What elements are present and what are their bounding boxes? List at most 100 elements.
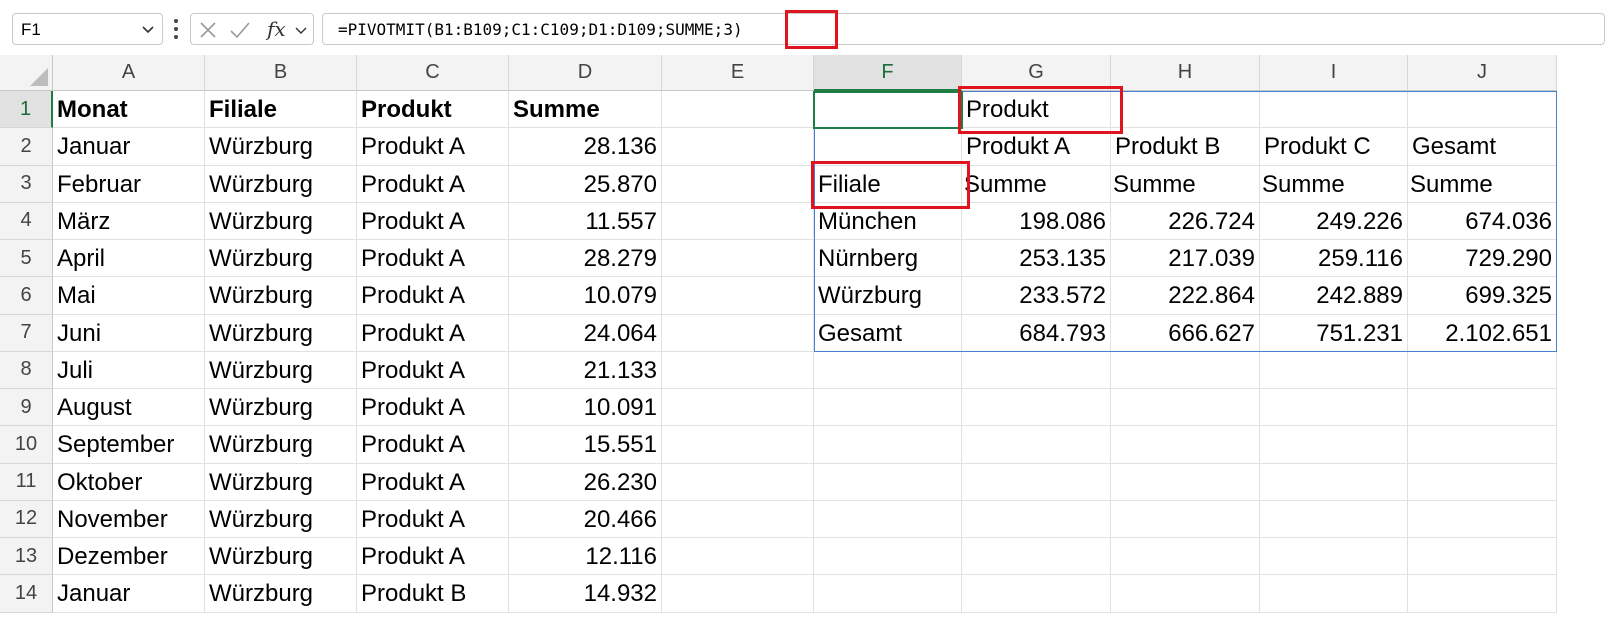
cell-G6[interactable]: 233.572 — [962, 277, 1111, 315]
cell-I9[interactable] — [1260, 389, 1408, 427]
cell-D9[interactable]: 10.091 — [509, 389, 662, 427]
cell-H13[interactable] — [1111, 538, 1260, 576]
cell-B12[interactable]: Würzburg — [205, 500, 357, 538]
cell-H5[interactable]: 217.039 — [1111, 240, 1260, 278]
cell-E11[interactable] — [662, 463, 814, 501]
cell-J2[interactable]: Gesamt — [1408, 128, 1557, 166]
row-header-13[interactable]: 13 — [0, 538, 53, 576]
cell-C4[interactable]: Produkt A — [357, 202, 509, 240]
cell-E10[interactable] — [662, 426, 814, 464]
cell-F14[interactable] — [814, 575, 962, 613]
cell-J3[interactable]: Summe — [1408, 165, 1557, 203]
cell-A7[interactable]: Juni — [53, 314, 205, 352]
cell-H12[interactable] — [1111, 500, 1260, 538]
cell-H14[interactable] — [1111, 575, 1260, 613]
cell-C9[interactable]: Produkt A — [357, 389, 509, 427]
cell-E7[interactable] — [662, 314, 814, 352]
cell-E4[interactable] — [662, 202, 814, 240]
row-header-12[interactable]: 12 — [0, 500, 53, 538]
cell-B3[interactable]: Würzburg — [205, 165, 357, 203]
select-all-corner[interactable] — [0, 55, 53, 91]
cell-D6[interactable]: 10.079 — [509, 277, 662, 315]
cell-G11[interactable] — [962, 463, 1111, 501]
cell-F8[interactable] — [814, 351, 962, 389]
cell-H6[interactable]: 222.864 — [1111, 277, 1260, 315]
cell-A8[interactable]: Juli — [53, 351, 205, 389]
cell-G10[interactable] — [962, 426, 1111, 464]
cell-I11[interactable] — [1260, 463, 1408, 501]
cell-J7[interactable]: 2.102.651 — [1408, 314, 1557, 352]
cell-I4[interactable]: 249.226 — [1260, 202, 1408, 240]
column-header-F[interactable]: F — [814, 55, 962, 91]
cell-A1[interactable]: Monat — [53, 91, 205, 129]
cell-G12[interactable] — [962, 500, 1111, 538]
cell-I10[interactable] — [1260, 426, 1408, 464]
cell-B11[interactable]: Würzburg — [205, 463, 357, 501]
cell-E12[interactable] — [662, 500, 814, 538]
cell-H9[interactable] — [1111, 389, 1260, 427]
cell-J4[interactable]: 674.036 — [1408, 202, 1557, 240]
cell-F5[interactable]: Nürnberg — [814, 240, 962, 278]
cell-B14[interactable]: Würzburg — [205, 575, 357, 613]
row-header-1[interactable]: 1 — [0, 91, 53, 129]
chevron-down-icon[interactable] — [140, 21, 156, 37]
cell-J5[interactable]: 729.290 — [1408, 240, 1557, 278]
cell-I13[interactable] — [1260, 538, 1408, 576]
cell-D1[interactable]: Summe — [509, 91, 662, 129]
cell-D11[interactable]: 26.230 — [509, 463, 662, 501]
cell-I3[interactable]: Summe — [1260, 165, 1408, 203]
cell-A11[interactable]: Oktober — [53, 463, 205, 501]
cell-J11[interactable] — [1408, 463, 1557, 501]
cell-H3[interactable]: Summe — [1111, 165, 1260, 203]
column-header-A[interactable]: A — [53, 55, 205, 91]
cell-I8[interactable] — [1260, 351, 1408, 389]
cell-I6[interactable]: 242.889 — [1260, 277, 1408, 315]
cell-E2[interactable] — [662, 128, 814, 166]
row-header-14[interactable]: 14 — [0, 575, 53, 613]
cell-F13[interactable] — [814, 538, 962, 576]
chevron-down-icon[interactable] — [294, 23, 308, 37]
cell-A9[interactable]: August — [53, 389, 205, 427]
cell-C6[interactable]: Produkt A — [357, 277, 509, 315]
cell-D7[interactable]: 24.064 — [509, 314, 662, 352]
formula-input[interactable]: =PIVOTMIT(B1:B109;C1:C109;D1:D109;SUMME;… — [322, 13, 1605, 45]
cell-C12[interactable]: Produkt A — [357, 500, 509, 538]
cell-C10[interactable]: Produkt A — [357, 426, 509, 464]
cell-H11[interactable] — [1111, 463, 1260, 501]
cell-H1[interactable] — [1111, 91, 1260, 129]
row-header-4[interactable]: 4 — [0, 202, 53, 240]
cell-E9[interactable] — [662, 389, 814, 427]
row-header-9[interactable]: 9 — [0, 389, 53, 427]
cell-A10[interactable]: September — [53, 426, 205, 464]
cell-F7[interactable]: Gesamt — [814, 314, 962, 352]
cell-H8[interactable] — [1111, 351, 1260, 389]
cell-G14[interactable] — [962, 575, 1111, 613]
cell-I14[interactable] — [1260, 575, 1408, 613]
cell-H2[interactable]: Produkt B — [1111, 128, 1260, 166]
column-header-D[interactable]: D — [509, 55, 662, 91]
column-header-G[interactable]: G — [962, 55, 1111, 91]
cell-I1[interactable] — [1260, 91, 1408, 129]
cell-B5[interactable]: Würzburg — [205, 240, 357, 278]
cell-J1[interactable] — [1408, 91, 1557, 129]
cell-E5[interactable] — [662, 240, 814, 278]
cell-D12[interactable]: 20.466 — [509, 500, 662, 538]
cell-B1[interactable]: Filiale — [205, 91, 357, 129]
row-header-6[interactable]: 6 — [0, 277, 53, 315]
row-header-8[interactable]: 8 — [0, 351, 53, 389]
cell-E6[interactable] — [662, 277, 814, 315]
cell-D13[interactable]: 12.116 — [509, 538, 662, 576]
cell-A5[interactable]: April — [53, 240, 205, 278]
cell-G2[interactable]: Produkt A — [962, 128, 1111, 166]
cell-E14[interactable] — [662, 575, 814, 613]
cell-C2[interactable]: Produkt A — [357, 128, 509, 166]
cell-D8[interactable]: 21.133 — [509, 351, 662, 389]
cell-I5[interactable]: 259.116 — [1260, 240, 1408, 278]
cell-G1[interactable]: Produkt — [962, 91, 1111, 129]
column-header-J[interactable]: J — [1408, 55, 1557, 91]
cell-F6[interactable]: Würzburg — [814, 277, 962, 315]
fx-button[interactable]: fx — [267, 17, 286, 41]
cell-B2[interactable]: Würzburg — [205, 128, 357, 166]
cell-H4[interactable]: 226.724 — [1111, 202, 1260, 240]
cell-G8[interactable] — [962, 351, 1111, 389]
